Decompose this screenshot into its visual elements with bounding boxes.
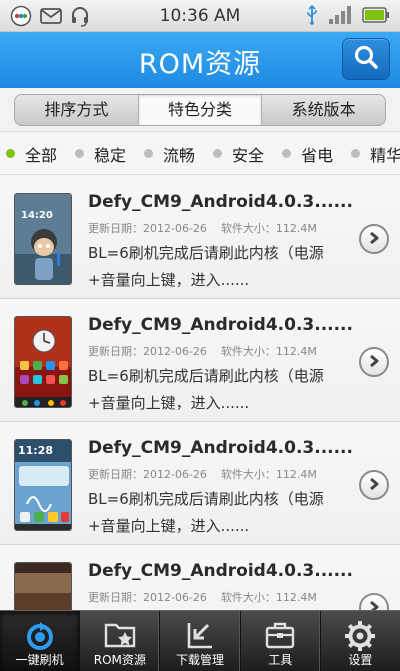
nav-download-manager[interactable]: 下载管理 xyxy=(160,611,241,671)
list-item[interactable]: Defy_CM9_Android4.0.3...... 更新日期：2012-06… xyxy=(0,545,400,610)
nav-tools[interactable]: 工具 xyxy=(241,611,321,671)
detail-button[interactable] xyxy=(359,470,389,500)
gear-icon xyxy=(343,619,377,657)
filter-label: 稳定 xyxy=(94,145,127,165)
rom-thumbnail xyxy=(14,316,72,408)
tab-sort[interactable]: 排序方式 xyxy=(15,95,139,125)
filter-dot xyxy=(6,149,15,158)
detail-button[interactable] xyxy=(359,347,389,377)
nav-rom-resources[interactable]: ROM资源 xyxy=(80,611,161,671)
filter-label: 精华 xyxy=(370,145,400,165)
app-header: ROM资源 xyxy=(0,32,400,88)
refresh-icon xyxy=(23,619,57,657)
filter-stable[interactable]: 稳定 xyxy=(75,142,126,166)
rom-meta: 更新日期：2012-06-26 软件大小：112.4M xyxy=(88,220,317,236)
detail-button[interactable] xyxy=(359,593,389,610)
bottom-nav: 一键刷机 ROM资源 下载管理 工具 设置 xyxy=(0,610,400,671)
filter-dot xyxy=(75,149,85,158)
rom-thumbnail: 14:20 xyxy=(14,193,72,285)
tab-system-version[interactable]: 系统版本 xyxy=(262,95,385,125)
search-icon xyxy=(353,44,379,74)
status-bar: 10:36 AM xyxy=(0,0,400,32)
list-item[interactable]: 14:20 Defy_CM9_Android4.0.3...... 更新日期：2… xyxy=(0,176,400,299)
usb-icon xyxy=(306,4,318,29)
filter-label: 省电 xyxy=(301,145,334,165)
rom-date: 更新日期：2012-06-26 xyxy=(88,468,207,481)
rom-size: 软件大小：112.4M xyxy=(220,345,317,358)
status-right-icons xyxy=(306,4,390,29)
filter-power-saving[interactable]: 省电 xyxy=(282,142,333,166)
filter-dot xyxy=(282,149,292,158)
nav-one-click-flash[interactable]: 一键刷机 xyxy=(0,611,81,671)
rom-title: Defy_CM9_Android4.0.3...... xyxy=(88,561,353,581)
thumb-clock: 14:20 xyxy=(21,210,53,221)
filter-label: 全部 xyxy=(25,145,58,165)
app-screen: 10:36 AM ROM资源 排序方式 特色分类 系统版本 全部 稳定 流畅 安… xyxy=(0,0,400,671)
rom-title: Defy_CM9_Android4.0.3...... xyxy=(88,315,353,335)
rom-thumbnail xyxy=(14,562,72,610)
rom-title: Defy_CM9_Android4.0.3...... xyxy=(88,192,353,212)
rom-size: 软件大小：112.4M xyxy=(220,591,317,604)
list-item[interactable]: Defy_CM9_Android4.0.3...... 更新日期：2012-06… xyxy=(0,299,400,422)
filter-dot xyxy=(213,149,223,158)
battery-icon xyxy=(362,7,390,27)
rom-description: BL=6刷机完成后请刷此内核（电源+音量向上键，进入...... xyxy=(88,244,324,289)
filter-dot xyxy=(351,149,361,158)
filter-label: 流畅 xyxy=(163,145,196,165)
rom-size: 软件大小：112.4M xyxy=(220,468,317,481)
list-item[interactable]: 11:28 Defy_CM9_Android4.0.3...... 更新日期：2… xyxy=(0,422,400,545)
rom-size: 软件大小：112.4M xyxy=(220,222,317,235)
rom-list: 14:20 Defy_CM9_Android4.0.3...... 更新日期：2… xyxy=(0,176,400,610)
filter-bar: 全部 稳定 流畅 安全 省电 精华 xyxy=(0,133,400,175)
rom-date: 更新日期：2012-06-26 xyxy=(88,345,207,358)
segmented-control: 排序方式 特色分类 系统版本 xyxy=(14,94,386,126)
signal-icon xyxy=(328,5,352,29)
search-button[interactable] xyxy=(342,38,390,80)
rom-date: 更新日期：2012-06-26 xyxy=(88,222,207,235)
thumb-clock: 11:28 xyxy=(18,444,54,457)
rom-thumbnail: 11:28 xyxy=(14,439,72,531)
page-title: ROM资源 xyxy=(138,49,262,80)
filter-dot xyxy=(144,149,154,158)
rom-meta: 更新日期：2012-06-26 软件大小：112.4M xyxy=(88,343,317,359)
chevron-right-icon xyxy=(367,353,381,372)
rom-description: BL=6刷机完成后请刷此内核（电源+音量向上键，进入...... xyxy=(88,490,324,535)
rom-description: BL=6刷机完成后请刷此内核（电源+音量向上键，进入...... xyxy=(88,367,324,412)
download-icon xyxy=(184,619,216,655)
detail-button[interactable] xyxy=(359,224,389,254)
tab-bar: 排序方式 特色分类 系统版本 xyxy=(0,88,400,132)
nav-settings[interactable]: 设置 xyxy=(321,611,400,671)
toolbox-icon xyxy=(263,619,297,655)
filter-safe[interactable]: 安全 xyxy=(213,142,264,166)
chevron-right-icon xyxy=(367,230,381,249)
star-folder-icon xyxy=(103,619,137,655)
filter-label: 安全 xyxy=(232,145,265,165)
chevron-right-icon xyxy=(367,599,381,610)
chevron-right-icon xyxy=(367,476,381,495)
rom-meta: 更新日期：2012-06-26 软件大小：112.4M xyxy=(88,466,317,482)
filter-essence[interactable]: 精华 xyxy=(351,142,400,166)
rom-title: Defy_CM9_Android4.0.3...... xyxy=(88,438,353,458)
tab-featured-category[interactable]: 特色分类 xyxy=(138,95,263,125)
rom-date: 更新日期：2012-06-26 xyxy=(88,591,207,604)
filter-all[interactable]: 全部 xyxy=(6,142,57,166)
rom-meta: 更新日期：2012-06-26 软件大小：112.4M xyxy=(88,589,317,605)
filter-smooth[interactable]: 流畅 xyxy=(144,142,195,166)
